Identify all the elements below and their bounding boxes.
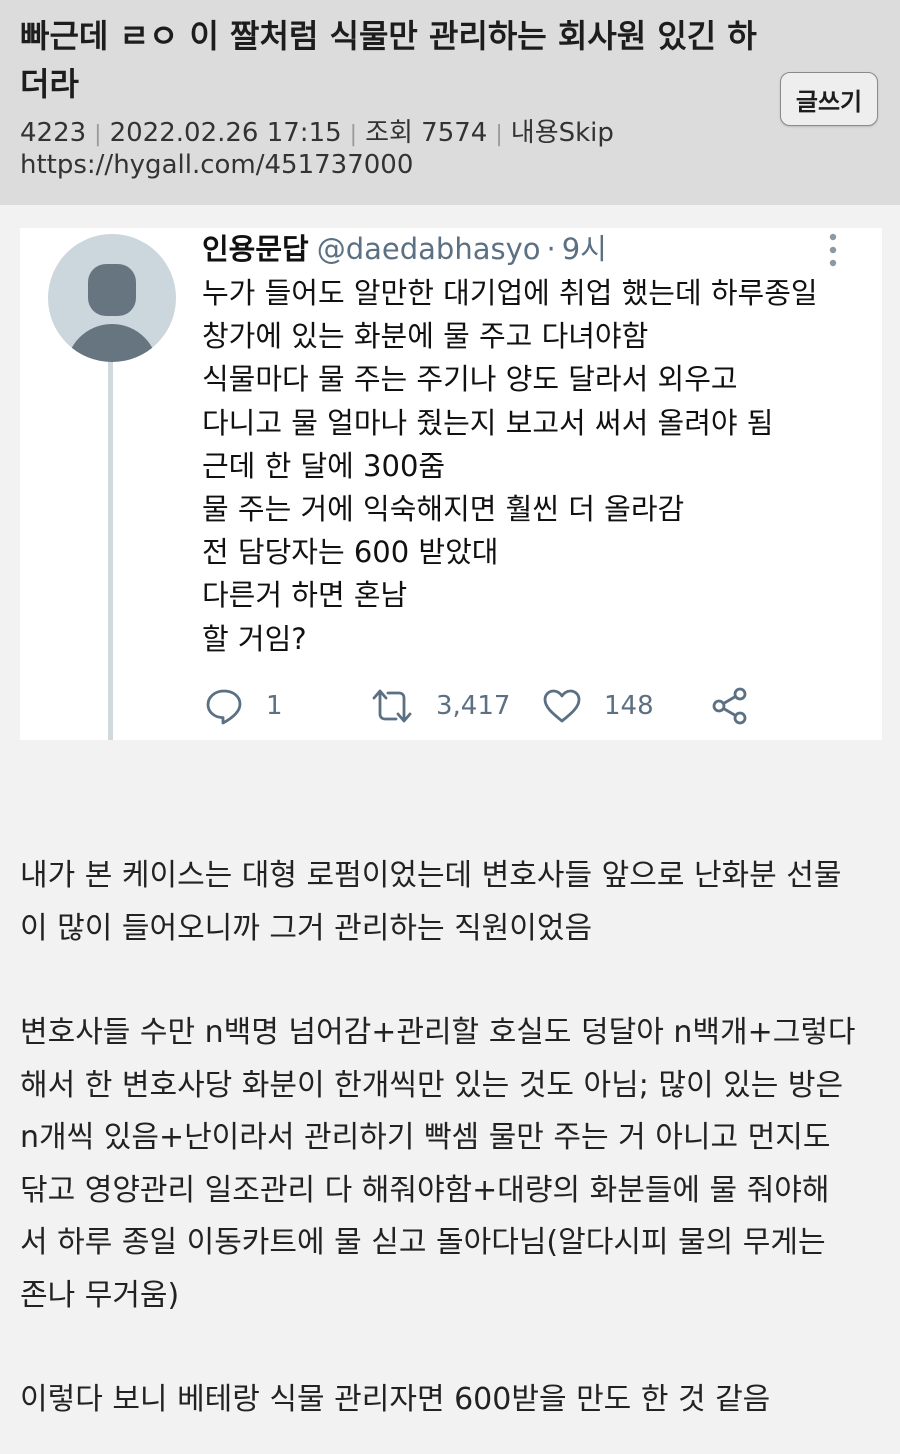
meta-separator: | <box>94 122 102 147</box>
body-line: 존나 무거움) <box>20 1277 180 1313</box>
tweet-line: 누가 들어도 알만한 대기업에 취업 했는데 하루종일 <box>202 276 818 310</box>
tweet-line: 전 담당자는 600 받았대 <box>202 535 499 570</box>
post-views: 조회 7574 <box>365 118 488 148</box>
avatar[interactable] <box>48 234 176 362</box>
body-paragraph-3: 이렇다 보니 베테랑 식물 관리자면 600받을 만도 한 것 같음 <box>20 1374 880 1427</box>
share-icon <box>712 687 747 725</box>
avatar-shoulders <box>66 324 158 362</box>
tweet-line: 할 거임? <box>202 621 307 656</box>
post-number: 4223 <box>20 118 87 148</box>
reply-count: 1 <box>266 691 283 721</box>
heart-icon <box>543 689 581 723</box>
body-line: 이렇다 보니 베테랑 식물 관리자면 600받을 만도 한 것 같음 <box>20 1382 771 1417</box>
tweet-author-name[interactable]: 인용문답 <box>202 232 309 266</box>
tweet-time[interactable]: 9시 <box>562 232 607 266</box>
body-line: 이 많이 들어오니까 그거 관리하는 직원이었음 <box>20 910 593 946</box>
post-header: 빠근데 ㄹㅇ 이 짤처럼 식물만 관리하는 회사원 있긴 하더라 글쓰기 422… <box>0 0 900 205</box>
tweet-header: 인용문답 @daedabhasyo · 9시 <box>202 226 607 268</box>
post-datetime: 2022.02.26 17:15 <box>109 118 342 148</box>
tweet-line: 다른거 하면 혼남 <box>202 578 408 613</box>
meta-separator: | <box>495 122 503 147</box>
retweet-button[interactable]: 3,417 <box>370 684 510 728</box>
tweet-author-handle[interactable]: @daedabhasyo <box>317 232 541 266</box>
body-line: 닦고 영양관리 일조관리 다 해줘야함+대량의 화분들에 물 줘야해 <box>20 1172 830 1208</box>
tweet-dot: · <box>546 232 556 266</box>
tweet-actions: 1 3,417 148 <box>202 684 822 730</box>
body-paragraph-2: 변호사들 수만 n백명 넘어감+관리할 호실도 덩달아 n백개+그렇다 해서 한… <box>20 1007 880 1322</box>
body-paragraph-1: 내가 본 케이스는 대형 로펌이었는데 변호사들 앞으로 난화분 선물 이 많이… <box>20 850 880 955</box>
tweet-line: 창가에 있는 화분에 물 주고 다녀야함 <box>202 319 649 354</box>
body-line: 서 하루 종일 이동카트에 물 싣고 돌아다님(알다시피 물의 무게는 <box>20 1225 826 1260</box>
post-title: 빠근데 ㄹㅇ 이 짤처럼 식물만 관리하는 회사원 있긴 하더라 <box>20 17 757 103</box>
retweet-icon <box>372 689 412 723</box>
reply-icon <box>206 689 242 725</box>
post-url[interactable]: https://hygall.com/451737000 <box>20 150 413 180</box>
tweet-line: 다니고 물 얼마나 줬는지 보고서 써서 올려야 됨 <box>202 405 774 440</box>
retweet-count: 3,417 <box>436 691 511 721</box>
body-line: 해서 한 변호사당 화분이 한개씩만 있는 것도 아님; 많이 있는 방은 <box>20 1067 844 1103</box>
share-button[interactable] <box>710 684 750 728</box>
body-line: n개씩 있음+난이라서 관리하기 빡셈 물만 주는 거 아니고 먼지도 <box>20 1120 831 1155</box>
tweet-line: 근데 한 달에 300줌 <box>202 448 446 483</box>
post-meta: 4223 | 2022.02.26 17:15 | 조회 7574 | 내용Skip <box>20 112 614 149</box>
avatar-head <box>88 264 136 316</box>
like-count: 148 <box>604 691 654 721</box>
write-button[interactable]: 글쓰기 <box>780 72 878 126</box>
body-line: 변호사들 수만 n백명 넘어감+관리할 호실도 덩달아 n백개+그렇다 <box>20 1015 856 1050</box>
tweet-line: 식물마다 물 주는 주기나 양도 달라서 외우고 <box>202 362 738 397</box>
meta-separator: | <box>349 122 358 147</box>
tweet-line: 물 주는 거에 익숙해지면 훨씬 더 올라감 <box>202 492 685 527</box>
like-button[interactable]: 148 <box>542 684 654 728</box>
more-options-icon[interactable] <box>828 232 838 268</box>
skip-link[interactable]: 내용Skip <box>511 118 614 148</box>
reply-button[interactable]: 1 <box>204 684 283 728</box>
body-line: 내가 본 케이스는 대형 로펌이었는데 변호사들 앞으로 난화분 선물 <box>20 858 842 893</box>
tweet-text: 누가 들어도 알만한 대기업에 취업 했는데 하루종일 창가에 있는 화분에 물… <box>202 272 872 661</box>
